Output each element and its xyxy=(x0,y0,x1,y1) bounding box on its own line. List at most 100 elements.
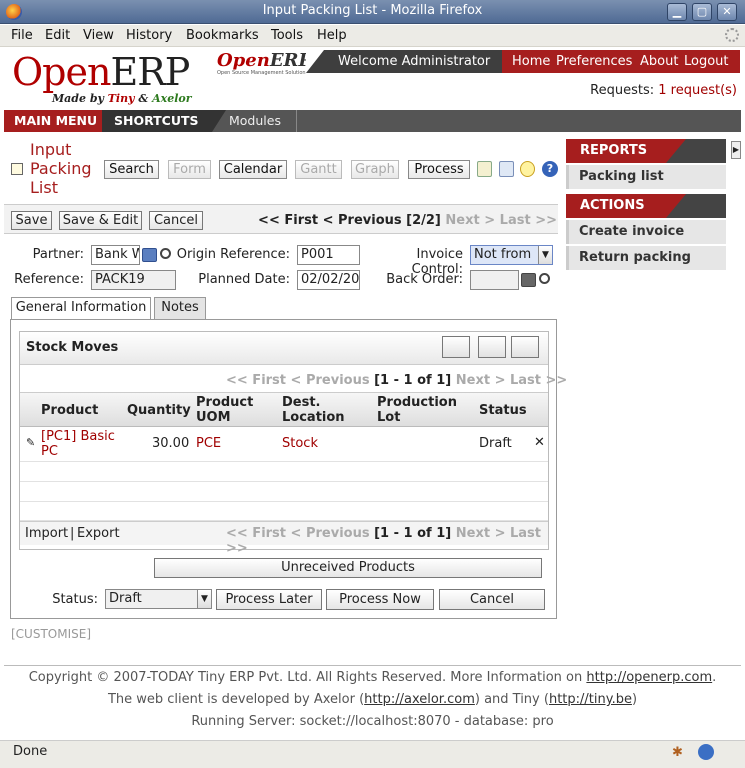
view-form-button[interactable]: Form xyxy=(168,160,211,179)
planned-date-field[interactable]: 02/02/200 xyxy=(297,270,360,290)
back-order-field[interactable] xyxy=(470,270,519,290)
logo-tiny: Tiny xyxy=(107,92,135,105)
new-record-icon[interactable] xyxy=(442,336,470,358)
attachment-icon[interactable] xyxy=(499,161,514,177)
pager-first[interactable]: << First xyxy=(258,213,318,228)
cancel-button[interactable]: Cancel xyxy=(149,211,203,230)
delete-row-icon[interactable]: ✕ xyxy=(534,435,545,450)
sidebar-item-packing-list[interactable]: Packing list xyxy=(566,165,726,189)
view-calendar-button[interactable]: Calendar xyxy=(219,160,287,179)
actions-header-label: ACTIONS xyxy=(580,198,645,213)
process-later-button[interactable]: Process Later xyxy=(216,589,322,610)
welcome-banner: Welcome Administrator xyxy=(306,50,502,73)
view-gantt-button[interactable]: Gantt xyxy=(295,160,342,179)
view-process-button[interactable]: Process xyxy=(408,160,470,179)
col-product-uom[interactable]: Product UOM xyxy=(196,395,266,425)
footer-separator: | xyxy=(70,526,75,541)
row-product[interactable]: [PC1] Basic PC xyxy=(41,429,121,459)
menu-file[interactable]: File xyxy=(11,28,33,43)
bottom-cancel-button[interactable]: Cancel xyxy=(439,589,545,610)
view-search-button[interactable]: Search xyxy=(104,160,159,179)
requests-link[interactable]: 1 request(s) xyxy=(658,83,737,98)
window-maximize-button[interactable]: ▢ xyxy=(692,3,712,21)
sm-footer-pager-first[interactable]: << First xyxy=(226,526,286,541)
link-home[interactable]: Home xyxy=(512,54,550,69)
back-order-open-icon[interactable] xyxy=(521,273,536,287)
help-icon[interactable]: ? xyxy=(542,161,558,177)
status-text: Done xyxy=(13,744,48,759)
unreceived-products-button[interactable]: Unreceived Products xyxy=(154,558,542,578)
sm-footer-pager-previous[interactable]: < Previous xyxy=(291,526,370,541)
row-uom[interactable]: PCE xyxy=(196,436,221,451)
menu-history[interactable]: History xyxy=(126,28,172,43)
openerp-link[interactable]: http://openerp.com xyxy=(586,670,712,685)
reference-field[interactable]: PACK19 xyxy=(91,270,176,290)
status-select[interactable]: Draft xyxy=(105,589,212,609)
menu-edit[interactable]: Edit xyxy=(45,28,70,43)
record-pager: << First < Previous [2/2] Next > Last >> xyxy=(258,213,557,228)
planned-date-label: Planned Date: xyxy=(198,272,290,287)
action-icon[interactable] xyxy=(520,161,535,177)
back-order-search-icon[interactable] xyxy=(539,273,550,284)
row-location[interactable]: Stock xyxy=(282,436,318,451)
link-logout[interactable]: Logout xyxy=(684,54,729,69)
dev-text-mid: ) and Tiny ( xyxy=(474,692,549,707)
process-now-button[interactable]: Process Now xyxy=(326,589,434,610)
shortcuts-button[interactable]: SHORTCUTS xyxy=(102,110,226,132)
modules-link[interactable]: Modules xyxy=(229,110,297,132)
pager-previous[interactable]: < Previous xyxy=(323,213,402,228)
pager-next[interactable]: Next > xyxy=(445,213,495,228)
status-label: Status: xyxy=(52,592,98,607)
logo2-open: Open xyxy=(217,50,270,71)
col-dest-location[interactable]: Dest. Location xyxy=(282,395,362,425)
window-help-button[interactable]: ▁ xyxy=(667,3,687,21)
partner-search-icon[interactable] xyxy=(160,248,171,259)
pager-last[interactable]: Last >> xyxy=(500,213,557,228)
main-menu-button[interactable]: MAIN MENU xyxy=(4,110,102,132)
sm-pager-previous[interactable]: < Previous xyxy=(291,373,370,388)
sm-pager-next[interactable]: Next > xyxy=(456,373,506,388)
table-row[interactable]: ✎ [PC1] Basic PC 30.00 PCE Stock Draft ✕ xyxy=(20,427,548,462)
print-icon[interactable] xyxy=(477,161,492,177)
empty-row xyxy=(20,502,548,521)
edit-form-icon xyxy=(11,163,23,175)
export-link[interactable]: Export xyxy=(77,526,120,541)
list-view-icon[interactable] xyxy=(511,336,539,358)
view-graph-button[interactable]: Graph xyxy=(351,160,399,179)
tab-notes[interactable]: Notes xyxy=(154,297,206,319)
col-product[interactable]: Product xyxy=(41,403,98,418)
col-status[interactable]: Status xyxy=(479,403,527,418)
origin-label: Origin Reference: xyxy=(176,247,290,262)
sm-pager-last[interactable]: Last >> xyxy=(510,373,567,388)
sidebar-toggle-icon[interactable]: ▶ xyxy=(731,141,741,159)
link-about[interactable]: About xyxy=(640,54,678,69)
chevron-down-icon[interactable]: ▼ xyxy=(538,246,552,264)
customise-link[interactable]: [CUSTOMISE] xyxy=(11,627,91,641)
link-preferences[interactable]: Preferences xyxy=(556,54,632,69)
tab-general-information[interactable]: General Information xyxy=(11,297,151,320)
menu-view[interactable]: View xyxy=(83,28,114,43)
col-quantity[interactable]: Quantity xyxy=(127,403,191,418)
print-list-icon[interactable] xyxy=(478,336,506,358)
openerp-logo[interactable]: OpenERP Made by Tiny & Axelor xyxy=(12,52,192,105)
save-edit-button[interactable]: Save & Edit xyxy=(59,211,142,230)
edit-row-icon[interactable]: ✎ xyxy=(26,436,35,449)
tiny-link[interactable]: http://tiny.be xyxy=(549,692,632,707)
import-link[interactable]: Import xyxy=(25,526,68,541)
origin-field[interactable]: P001 xyxy=(297,245,360,265)
axelor-link[interactable]: http://axelor.com xyxy=(364,692,475,707)
col-production-lot[interactable]: Production Lot xyxy=(377,395,467,425)
window-close-button[interactable]: ✕ xyxy=(717,3,737,21)
sidebar-item-create-invoice[interactable]: Create invoice xyxy=(566,220,726,244)
partner-open-icon[interactable] xyxy=(142,248,157,262)
firebug-icon[interactable]: ✱ xyxy=(672,745,683,760)
partner-field[interactable]: Bank W xyxy=(91,245,140,265)
chevron-down-icon[interactable]: ▼ xyxy=(197,590,211,608)
menu-bookmarks[interactable]: Bookmarks xyxy=(186,28,259,43)
menu-help[interactable]: Help xyxy=(317,28,347,43)
sm-footer-pager-next[interactable]: Next > xyxy=(456,526,506,541)
sidebar-item-return-packing[interactable]: Return packing xyxy=(566,246,726,270)
save-button[interactable]: Save xyxy=(11,211,52,230)
sm-pager-first[interactable]: << First xyxy=(226,373,286,388)
menu-tools[interactable]: Tools xyxy=(271,28,303,43)
